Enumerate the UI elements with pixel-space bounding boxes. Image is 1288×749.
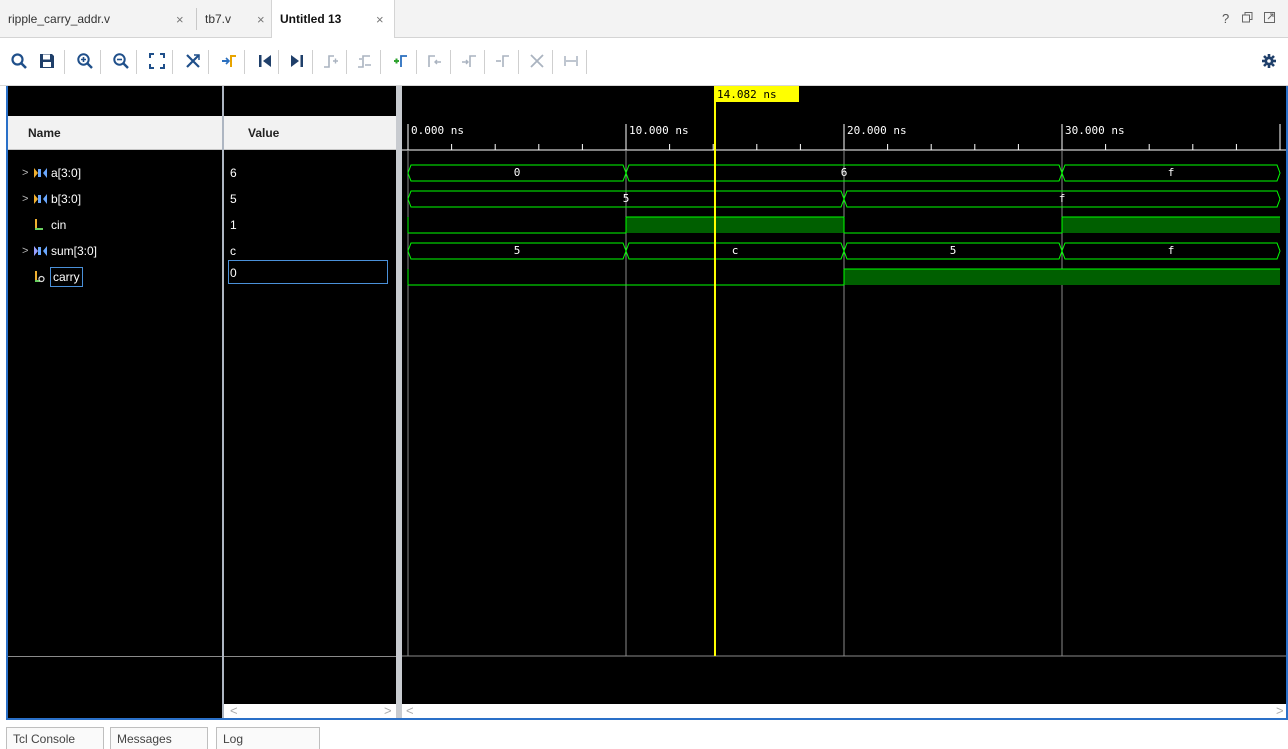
- editor-tab-bar: ripple_carry_addr.v × tb7.v × Untitled 1…: [0, 0, 1288, 38]
- maximize-icon[interactable]: [1264, 11, 1275, 26]
- tab-label: ripple_carry_addr.v: [8, 12, 111, 26]
- go-to-last-icon[interactable]: [286, 50, 308, 72]
- signal-row-carry[interactable]: carry: [34, 264, 83, 290]
- signal-name: b[3:0]: [51, 192, 82, 206]
- value-a: 6: [230, 166, 237, 180]
- tab-log[interactable]: Log: [216, 727, 320, 749]
- time-tick-label: 10.000 ns: [629, 124, 689, 137]
- b-bus-value: 5: [623, 192, 630, 205]
- close-icon[interactable]: ×: [176, 12, 184, 27]
- scroll-left-icon[interactable]: <: [406, 703, 414, 718]
- previous-marker-icon[interactable]: [354, 50, 376, 72]
- sum-bus-value: f: [1168, 244, 1175, 257]
- signal-value-pane: Value 6 5 1 c 0 < >: [224, 86, 396, 718]
- tab-label: tb7.v: [205, 12, 232, 26]
- signal-row-b[interactable]: > b[3:0]: [22, 186, 81, 212]
- zoom-out-icon[interactable]: [110, 50, 132, 72]
- a-bus-value: f: [1168, 166, 1175, 179]
- value-column-header[interactable]: Value: [224, 116, 396, 150]
- tab-label: Untitled 13: [280, 12, 342, 26]
- signal-row-a[interactable]: > a[3:0]: [22, 160, 81, 186]
- cursor-time-label: 14.082 ns: [717, 88, 777, 101]
- tab-tb7[interactable]: tb7.v ×: [197, 0, 271, 38]
- zoom-fit-icon[interactable]: [146, 50, 168, 72]
- value-cin: 1: [230, 218, 237, 232]
- help-icon[interactable]: ?: [1222, 11, 1229, 26]
- go-to-time-0-icon[interactable]: [218, 50, 240, 72]
- close-icon[interactable]: ×: [257, 12, 265, 27]
- waveform-plot[interactable]: 0.000 ns 10.000 ns 20.000 ns 30.000 ns 0 6 f 5 f…: [402, 86, 1286, 718]
- signal-name-pane: Name > a[3:0] > b[3:0] cin > sum[3:0] ca…: [8, 86, 222, 718]
- value-selection-box: [228, 260, 388, 284]
- sum-bus-value: 5: [514, 244, 521, 257]
- bus-icon: [34, 193, 48, 205]
- signal-row-cin[interactable]: cin: [34, 212, 66, 238]
- console-tab-bar: Tcl Console Messages Log: [0, 724, 1288, 749]
- waveform-viewer: Name > a[3:0] > b[3:0] cin > sum[3:0] ca…: [6, 86, 1288, 720]
- tab-ripple-carry-addr[interactable]: ripple_carry_addr.v ×: [0, 0, 196, 38]
- tab-messages[interactable]: Messages: [110, 727, 208, 749]
- chevron-right-icon[interactable]: >: [22, 245, 34, 257]
- signal-name: sum[3:0]: [51, 244, 98, 258]
- chevron-right-icon[interactable]: >: [22, 167, 34, 179]
- waveform-canvas[interactable]: 0.000 ns 10.000 ns 20.000 ns 30.000 ns 0 6 f 5 f…: [402, 86, 1286, 718]
- value-b: 5: [230, 192, 237, 206]
- chevron-right-icon[interactable]: >: [22, 193, 34, 205]
- zoom-in-icon[interactable]: [74, 50, 96, 72]
- bus-icon: [34, 167, 48, 179]
- signal-row-sum[interactable]: > sum[3:0]: [22, 238, 97, 264]
- snap-icon[interactable]: [560, 50, 582, 72]
- name-column-header[interactable]: Name: [8, 116, 222, 150]
- add-marker-green-icon[interactable]: [390, 50, 412, 72]
- signal-name: cin: [51, 218, 67, 232]
- save-icon[interactable]: [36, 50, 58, 72]
- sum-bus-value: 5: [950, 244, 957, 257]
- add-marker-icon[interactable]: [320, 50, 342, 72]
- sum-bus-value: c: [732, 244, 739, 257]
- go-to-first-icon[interactable]: [254, 50, 276, 72]
- cin-high-fill: [1062, 217, 1280, 233]
- cin-high-fill: [626, 217, 844, 233]
- restore-icon[interactable]: [1242, 11, 1253, 26]
- time-tick-label: 30.000 ns: [1065, 124, 1125, 137]
- search-icon[interactable]: [8, 50, 30, 72]
- time-tick-label: 20.000 ns: [847, 124, 907, 137]
- signal-name: a[3:0]: [51, 166, 82, 180]
- scroll-left-icon[interactable]: <: [230, 703, 238, 718]
- scroll-right-icon[interactable]: >: [384, 703, 392, 718]
- scroll-right-icon[interactable]: >: [1276, 703, 1284, 718]
- tab-untitled-13[interactable]: Untitled 13 ×: [271, 0, 395, 38]
- bit-signal-icon: [34, 219, 48, 231]
- remove-marker-icon[interactable]: [492, 50, 514, 72]
- settings-gear-icon[interactable]: [1258, 50, 1280, 72]
- a-bus-value: 0: [514, 166, 521, 179]
- output-bit-icon: [34, 271, 48, 283]
- wave-horizontal-scrollbar[interactable]: < >: [402, 703, 1286, 718]
- a-bus-value: 6: [841, 166, 848, 179]
- bus-icon: [34, 245, 48, 257]
- signal-name-selected[interactable]: carry: [50, 267, 83, 287]
- carry-high-fill: [844, 269, 1280, 285]
- prev-transition-icon[interactable]: [424, 50, 446, 72]
- delete-icon[interactable]: [526, 50, 548, 72]
- vivado-waveform-window: ripple_carry_addr.v × tb7.v × Untitled 1…: [0, 0, 1288, 749]
- waveform-toolbar: [0, 38, 1288, 86]
- time-tick-label: 0.000 ns: [411, 124, 464, 137]
- horizontal-scrollbar[interactable]: < >: [224, 703, 396, 718]
- value-carry: 0: [230, 266, 237, 280]
- tab-tcl-console[interactable]: Tcl Console: [6, 727, 104, 749]
- close-icon[interactable]: ×: [376, 12, 384, 27]
- b-bus-value: f: [1059, 192, 1066, 205]
- swap-cursor-icon[interactable]: [182, 50, 204, 72]
- next-transition-icon[interactable]: [458, 50, 480, 72]
